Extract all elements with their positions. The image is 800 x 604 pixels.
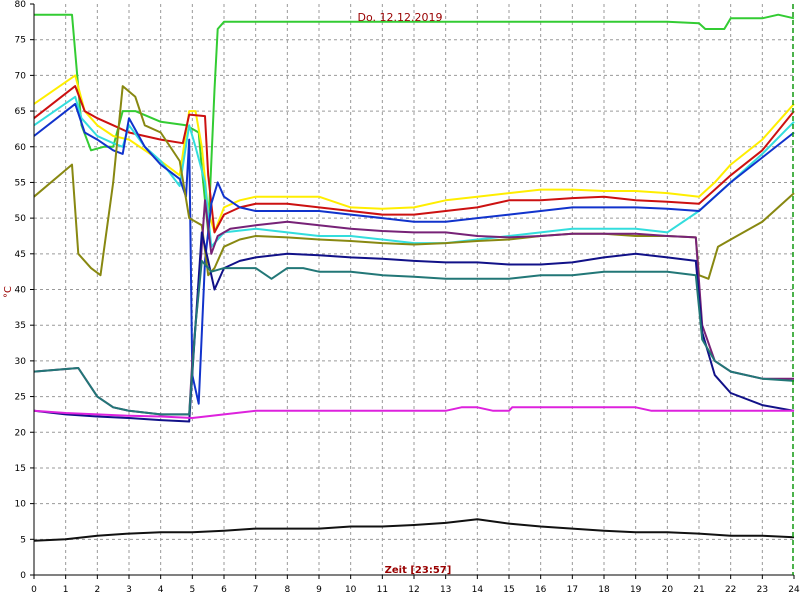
x-tick-label: 13 — [440, 585, 451, 595]
x-tick-label: 23 — [757, 585, 768, 595]
x-tick-label: 17 — [567, 585, 578, 595]
x-tick-label: 15 — [503, 585, 514, 595]
x-tick-label: 6 — [221, 585, 227, 595]
y-tick-label: 60 — [15, 143, 27, 153]
chart-svg: 0 1 2 3 4 5 6 7 8 9 10 11 12 13 14 15 16 17 18 19 20 21 22 23 24… — [0, 0, 800, 600]
y-tick-label: 45 — [15, 250, 26, 260]
temperature-line-chart: 0 1 2 3 4 5 6 7 8 9 10 11 12 13 14 15 16 17 18 19 20 21 22 23 24… — [0, 0, 800, 600]
y-tick-label: 25 — [15, 393, 26, 403]
x-tick-label: 5 — [189, 585, 195, 595]
x-tick-label: 21 — [693, 585, 704, 595]
y-tick-label: 10 — [15, 500, 27, 510]
x-tick-label: 14 — [472, 585, 484, 595]
x-axis-label: Zeit [23:57] — [385, 565, 452, 576]
y-tick-label: 20 — [15, 428, 27, 438]
y-axis-label: °C — [3, 286, 14, 298]
x-tick-label: 2 — [94, 585, 100, 595]
y-tick-label: 35 — [15, 321, 26, 331]
y-tick-label: 70 — [15, 71, 27, 81]
y-tick-label: 0 — [20, 571, 26, 581]
x-tick-label: 0 — [31, 585, 37, 595]
x-tick-label: 22 — [725, 585, 736, 595]
x-tick-label: 7 — [253, 585, 259, 595]
x-tick-label: 11 — [377, 585, 388, 595]
x-tick-label: 1 — [63, 585, 69, 595]
y-tick-label: 55 — [15, 178, 26, 188]
x-tick-label: 9 — [316, 585, 322, 595]
x-tick-label: 20 — [662, 585, 674, 595]
x-tick-label: 8 — [284, 585, 290, 595]
x-tick-label: 19 — [630, 585, 642, 595]
y-tick-label: 65 — [15, 107, 26, 117]
y-tick-label: 40 — [15, 286, 27, 296]
y-tick-label: 15 — [15, 464, 26, 474]
x-tick-label: 18 — [598, 585, 610, 595]
y-tick-label: 80 — [15, 0, 27, 10]
x-tick-label: 3 — [126, 585, 132, 595]
y-tick-label: 50 — [15, 214, 27, 224]
x-tick-label: 4 — [158, 585, 164, 595]
x-tick-label: 12 — [408, 585, 419, 595]
y-tick-label: 75 — [15, 36, 26, 46]
x-tick-label: 16 — [535, 585, 547, 595]
y-tick-label: 5 — [20, 535, 26, 545]
x-tick-label: 10 — [345, 585, 357, 595]
x-tick-label: 24 — [788, 585, 800, 595]
chart-background — [0, 0, 800, 600]
chart-title: Do. 12.12.2019 — [358, 11, 443, 24]
y-tick-label: 30 — [15, 357, 27, 367]
